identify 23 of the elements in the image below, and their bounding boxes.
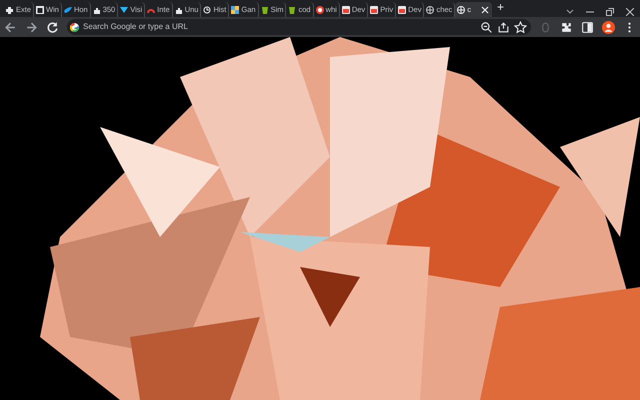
star-icon[interactable] <box>514 20 527 34</box>
share-icon[interactable] <box>497 20 510 34</box>
page-icon <box>36 6 44 14</box>
reload-icon[interactable] <box>46 20 59 34</box>
clock-icon <box>203 6 212 14</box>
zoom-icon[interactable] <box>480 20 493 34</box>
page-icon <box>370 6 378 14</box>
cup-icon <box>260 6 269 14</box>
page-icon <box>342 6 350 14</box>
new-tab-button[interactable]: + <box>492 0 510 15</box>
page-icon <box>398 6 406 14</box>
checker-icon <box>231 6 240 14</box>
globe-icon <box>457 6 466 14</box>
google-icon <box>70 22 79 32</box>
back-icon[interactable] <box>4 20 17 34</box>
globe-icon <box>426 6 434 14</box>
circle-icon <box>316 6 324 14</box>
avatar-icon[interactable] <box>602 20 615 34</box>
forward-icon[interactable] <box>25 20 38 34</box>
close-icon[interactable] <box>481 6 490 14</box>
cup-icon <box>288 6 296 14</box>
side-panel-icon[interactable] <box>581 20 594 34</box>
address-bar[interactable]: Search Google or type a URL <box>67 19 531 35</box>
